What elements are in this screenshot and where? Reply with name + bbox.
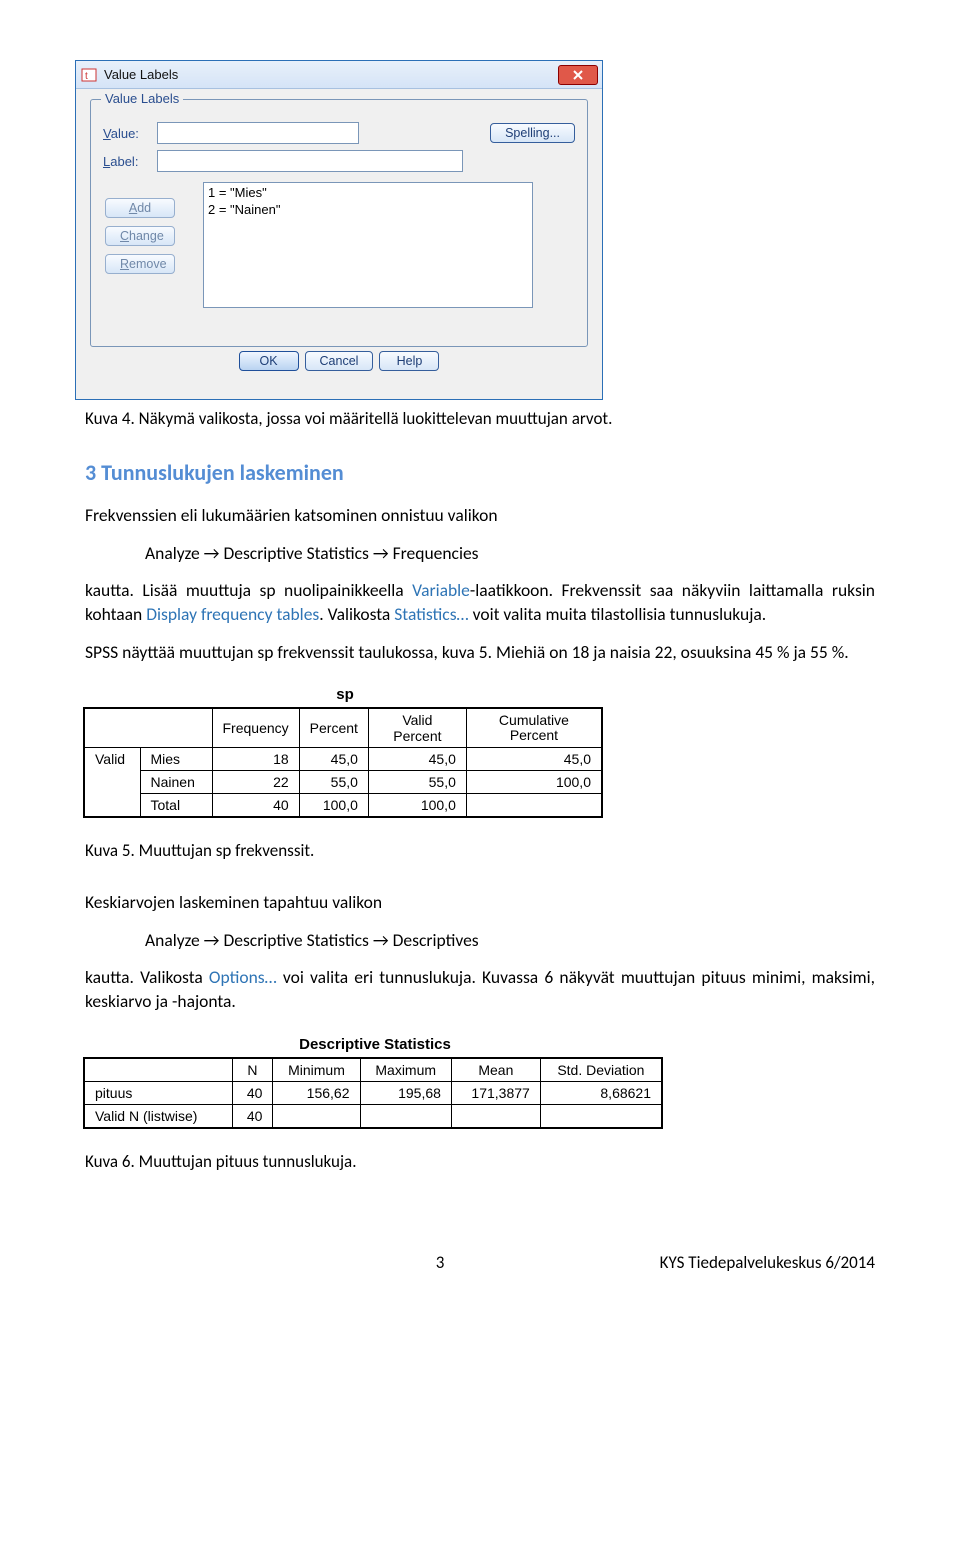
col-mean: Mean	[451, 1058, 540, 1082]
change-button[interactable]: Change	[105, 226, 175, 246]
col-frequency: Frequency	[212, 708, 299, 748]
svg-text:t: t	[85, 71, 88, 82]
row-valid-n: Valid N (listwise)	[84, 1104, 232, 1128]
row-total: Total	[140, 794, 212, 818]
row-pituus: pituus	[84, 1081, 232, 1104]
para-1c: kautta. Lisää muuttuja sp nuolipainikkee…	[85, 579, 875, 626]
col-n: N	[232, 1058, 273, 1082]
label-input[interactable]	[157, 150, 463, 172]
list-item: 2 = "Nainen"	[208, 202, 528, 219]
descriptive-stats-table: N Minimum Maximum Mean Std. Deviation pi…	[83, 1057, 663, 1129]
value-input[interactable]	[157, 122, 359, 144]
row-nainen: Nainen	[140, 771, 212, 794]
fieldset-legend: Value Labels	[101, 91, 183, 106]
para-3: Keskiarvojen laskeminen tapahtuu valikon	[85, 891, 875, 915]
para-4: kautta. Valikosta Options… voi valita er…	[85, 966, 875, 1013]
figure-5-caption: Kuva 5. Muuttujan sp frekvenssit.	[85, 840, 875, 861]
col-sd: Std. Deviation	[540, 1058, 662, 1082]
footer-right: KYS Tiedepalvelukeskus 6/2014	[595, 1252, 875, 1273]
remove-button[interactable]: Remove	[105, 254, 175, 274]
sp-frequency-table: Frequency Percent Valid Percent Cumulati…	[83, 707, 603, 818]
sp-table-title: sp	[85, 686, 605, 703]
figure-6-caption: Kuva 6. Muuttujan pituus tunnuslukuja.	[85, 1151, 875, 1172]
figure-4-caption: Kuva 4. Näkymä valikosta, jossa voi määr…	[85, 408, 875, 429]
value-labels-dialog: t Value Labels Value Labels Value: Spell…	[75, 60, 875, 400]
page-number: 3	[436, 1252, 445, 1273]
row-group-valid: Valid	[84, 748, 140, 818]
page-footer: 3 KYS Tiedepalvelukeskus 6/2014	[0, 1252, 960, 1308]
col-valid-percent: Valid Percent	[368, 708, 466, 748]
col-percent: Percent	[299, 708, 368, 748]
value-list[interactable]: 1 = "Mies" 2 = "Nainen"	[203, 182, 533, 308]
section-heading: 3 Tunnuslukujen laskeminen	[85, 459, 875, 486]
value-label: Value:	[103, 126, 151, 141]
statistics-link: Statistics…	[394, 603, 468, 625]
display-freq-link: Display frequency tables	[146, 603, 319, 625]
ok-button[interactable]: OK	[239, 351, 299, 371]
col-max: Maximum	[360, 1058, 451, 1082]
menu-path-frequencies: Analyze → Descriptive Statistics → Frequ…	[145, 542, 875, 566]
cancel-button[interactable]: Cancel	[305, 351, 374, 371]
col-min: Minimum	[273, 1058, 360, 1082]
app-icon: t	[80, 66, 98, 84]
dialog-title: Value Labels	[104, 67, 558, 82]
variable-link: Variable	[412, 579, 470, 601]
value-labels-fieldset: Value Labels Value: Spelling... Label: A…	[90, 99, 588, 347]
para-1a: Frekvenssien eli lukumäärien katsominen …	[85, 504, 875, 528]
label-label: Label:	[103, 154, 151, 169]
menu-path-descriptives: Analyze → Descriptive Statistics → Descr…	[145, 929, 875, 953]
list-item: 1 = "Mies"	[208, 185, 528, 202]
spelling-button[interactable]: Spelling...	[490, 123, 575, 143]
add-button[interactable]: Add	[105, 198, 175, 218]
close-icon[interactable]	[558, 65, 598, 85]
row-mies: Mies	[140, 748, 212, 771]
ds-table-title: Descriptive Statistics	[85, 1036, 665, 1053]
help-button[interactable]: Help	[379, 351, 439, 371]
para-2: SPSS näyttää muuttujan sp frekvenssit ta…	[85, 641, 875, 665]
dialog-titlebar: t Value Labels	[76, 61, 602, 89]
col-cumulative-percent: Cumulative Percent	[466, 708, 602, 748]
options-link: Options…	[209, 966, 277, 988]
